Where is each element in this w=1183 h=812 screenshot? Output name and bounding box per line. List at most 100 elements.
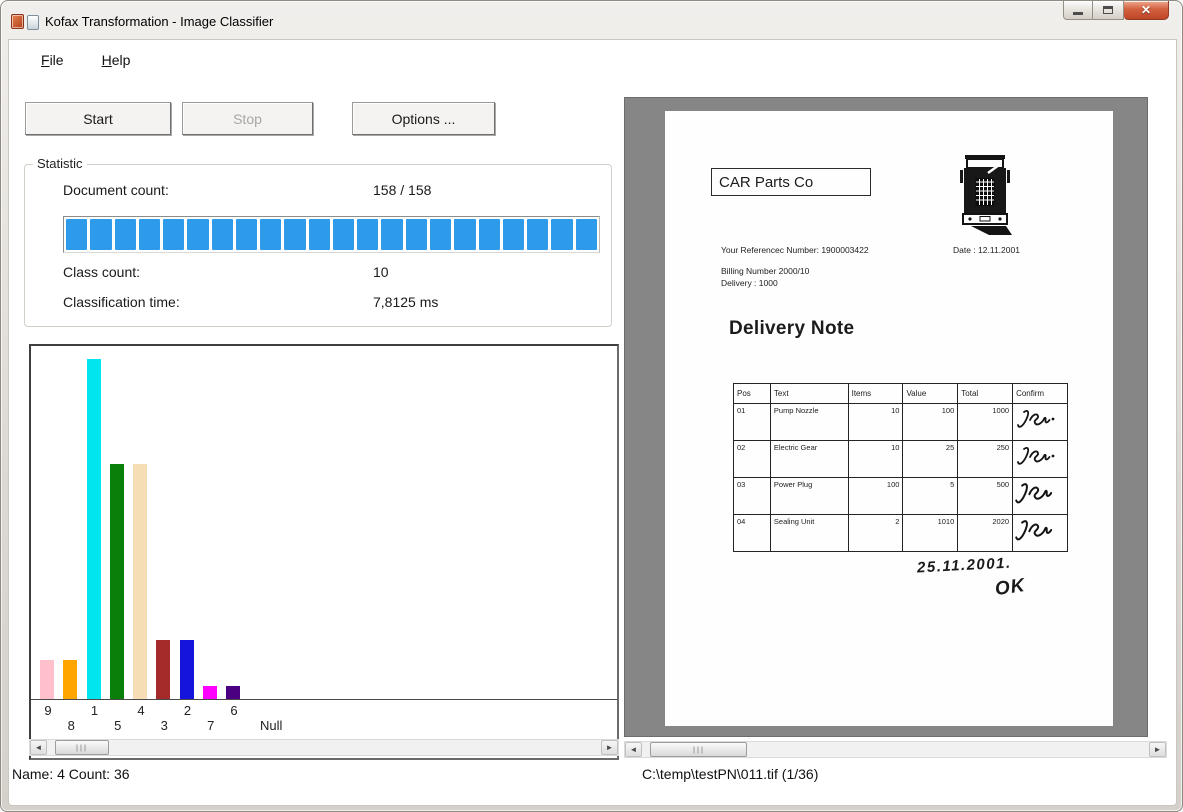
signature-cell (1013, 515, 1068, 552)
table-cell: Pump Nozzle (770, 404, 848, 441)
preview-scrollbar-thumb[interactable] (650, 742, 747, 757)
chart-scroll-right-arrow-icon[interactable]: ► (601, 740, 618, 755)
window-title: Kofax Transformation - Image Classifier (45, 14, 273, 29)
chart-bar-label: 2 (184, 703, 191, 718)
document-count-label: Document count: (63, 182, 169, 198)
preview-scrollbar[interactable]: ◄ ► (624, 741, 1167, 758)
class-count-value: 10 (373, 264, 389, 280)
preview-scrollbar-track[interactable] (642, 742, 1149, 757)
table-cell: 100 (848, 478, 903, 515)
chart-bar[interactable] (87, 359, 101, 699)
chart-bar[interactable] (133, 464, 147, 699)
preview-scroll-right-arrow-icon[interactable]: ► (1149, 742, 1166, 757)
table-cell: 1000 (958, 404, 1013, 441)
document-heading: Delivery Note (729, 318, 854, 340)
table-cell: 2020 (958, 515, 1013, 552)
chart-bar[interactable] (110, 464, 124, 699)
menu-file[interactable]: File (35, 49, 70, 71)
table-cell: 04 (734, 515, 771, 552)
chart-bar-label: 5 (114, 718, 121, 733)
preview-file-status: C:\temp\testPN\011.tif (1/36) (642, 766, 818, 782)
chart-scrollbar-track[interactable] (47, 740, 601, 755)
signature-cell (1013, 478, 1068, 515)
options-button[interactable]: Options ... (352, 102, 495, 135)
progress-segment (406, 219, 427, 250)
table-cell: 25 (903, 441, 958, 478)
chart-bar-label: 6 (230, 703, 237, 718)
table-cell: 500 (958, 478, 1013, 515)
chart-bar-label: 9 (44, 703, 51, 718)
table-cell: 01 (734, 404, 771, 441)
progress-segment (309, 219, 330, 250)
company-name-box: CAR Parts Co (711, 168, 871, 196)
minimize-button[interactable] (1063, 1, 1093, 20)
table-header-cell: Text (770, 384, 848, 404)
progress-bar (63, 216, 600, 253)
document-preview-panel: CAR Parts Co Your Referencec Nu (624, 97, 1148, 737)
progress-segment (66, 219, 87, 250)
preview-scroll-left-arrow-icon[interactable]: ◄ (625, 742, 642, 757)
signature-icon (1012, 479, 1058, 510)
table-cell: Sealing Unit (770, 515, 848, 552)
progress-segment (139, 219, 160, 250)
signature-icon (1015, 408, 1055, 434)
chart-axis-labels: 981543276Null (31, 701, 617, 741)
table-cell: 100 (903, 404, 958, 441)
document-count-value: 158 / 158 (373, 182, 431, 198)
progress-segment (527, 219, 548, 250)
chart-bar-label: 4 (137, 703, 144, 718)
chart-bar[interactable] (180, 640, 194, 699)
table-row: 01Pump Nozzle101001000 (734, 404, 1068, 441)
progress-segment (260, 219, 281, 250)
menu-bar: File Help (9, 46, 1176, 74)
table-cell: 10 (848, 404, 903, 441)
progress-segment (503, 219, 524, 250)
table-header-cell: Total (958, 384, 1013, 404)
chart-bar-label: 3 (161, 718, 168, 733)
progress-segment (284, 219, 305, 250)
close-button[interactable]: ✕ (1124, 1, 1169, 20)
table-header-cell: Confirm (1013, 384, 1068, 404)
progress-segment (430, 219, 451, 250)
table-cell: 02 (734, 441, 771, 478)
chart-bar[interactable] (40, 660, 54, 699)
chart-bar[interactable] (156, 640, 170, 699)
signature-icon (1012, 516, 1058, 547)
truck-logo-icon (958, 151, 1012, 245)
chart-bar-label: 1 (91, 703, 98, 718)
chart-bar-label: 8 (68, 718, 75, 733)
chart-scrollbar-thumb[interactable] (55, 740, 109, 755)
table-cell: Power Plug (770, 478, 848, 515)
start-button[interactable]: Start (25, 102, 171, 135)
chart-plot-area (31, 346, 617, 700)
chart-bar[interactable] (63, 660, 77, 699)
progress-segment (115, 219, 136, 250)
progress-segment (454, 219, 475, 250)
progress-segment (333, 219, 354, 250)
progress-segment (187, 219, 208, 250)
table-header-cell: Pos (734, 384, 771, 404)
chart-bar[interactable] (203, 686, 217, 699)
app-window: Kofax Transformation - Image Classifier … (0, 0, 1183, 812)
chart-scroll-left-arrow-icon[interactable]: ◄ (30, 740, 47, 755)
menu-help[interactable]: Help (96, 49, 137, 71)
billing-number-line: Billing Number 2000/10 (721, 266, 809, 277)
progress-segment (236, 219, 257, 250)
client-area: File Help Start Stop Options ... Statist… (8, 39, 1177, 806)
statistic-groupbox: Statistic Document count: 158 / 158 Clas… (24, 164, 612, 327)
chart-bar[interactable] (226, 686, 240, 699)
signature-cell (1013, 404, 1068, 441)
table-row: 04Sealing Unit210102020 (734, 515, 1068, 552)
signature-icon (1015, 445, 1055, 471)
class-count-label: Class count: (63, 264, 140, 280)
progress-segment (163, 219, 184, 250)
table-cell: 2 (848, 515, 903, 552)
progress-segment (551, 219, 572, 250)
table-header-cell: Items (848, 384, 903, 404)
maximize-button[interactable] (1093, 1, 1124, 20)
stop-button[interactable]: Stop (182, 102, 313, 135)
chart-scrollbar[interactable]: ◄ ► (29, 739, 619, 756)
app-icon-red (11, 14, 24, 29)
title-bar[interactable]: Kofax Transformation - Image Classifier … (1, 1, 1182, 39)
handwritten-date: 25.11.2001. (917, 555, 1012, 577)
